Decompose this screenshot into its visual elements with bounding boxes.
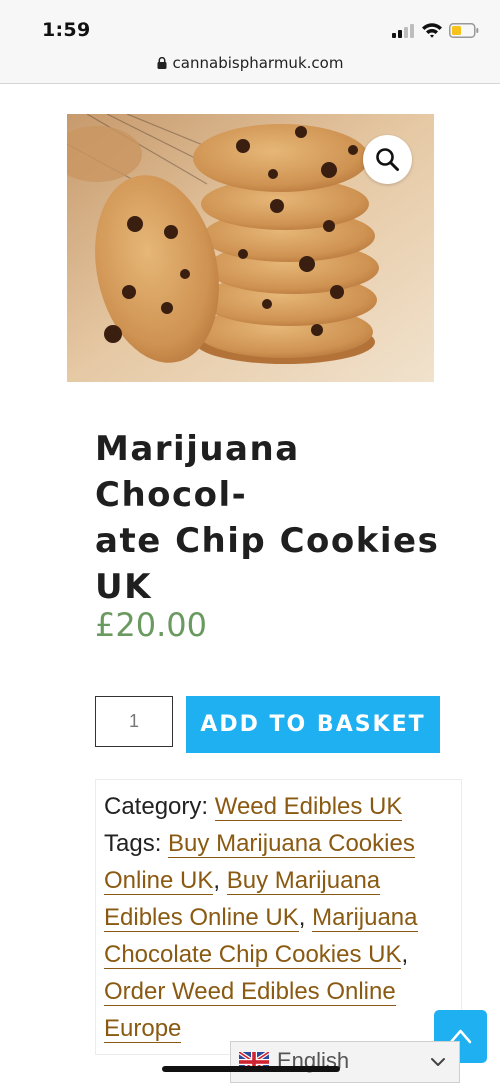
home-indicator xyxy=(162,1066,340,1072)
url-text: cannabispharmuk.com xyxy=(172,54,344,72)
category-label: Category: xyxy=(104,793,209,820)
cellular-signal-icon xyxy=(392,24,414,38)
url-display[interactable]: cannabispharmuk.com xyxy=(0,54,500,72)
zoom-button[interactable] xyxy=(363,135,412,184)
battery-low-icon xyxy=(449,23,479,38)
category-link[interactable]: Weed Edibles UK xyxy=(214,793,403,821)
lock-icon xyxy=(157,57,167,69)
product-price: £20.00 xyxy=(95,606,207,644)
language-selector[interactable]: English xyxy=(230,1041,460,1083)
product-title-line: UK xyxy=(95,567,152,607)
quantity-input[interactable] xyxy=(95,696,173,747)
magnifier-icon xyxy=(376,148,399,171)
add-to-basket-button[interactable]: ADD TO BASKET xyxy=(186,696,440,753)
address-bar[interactable]: cannabispharmuk.com xyxy=(0,52,500,84)
product-meta: Category: Weed Edibles UK Tags: Buy Mari… xyxy=(95,779,462,1055)
product-meta-text: Category: Weed Edibles UK Tags: Buy Mari… xyxy=(104,793,418,1043)
wifi-icon xyxy=(422,23,442,38)
product-title: Marijuana Chocol- ate Chip Cookies UK xyxy=(95,426,465,610)
product-title-line: Marijuana Chocol- xyxy=(95,429,300,515)
chevron-down-icon xyxy=(431,1058,445,1066)
tags-label: Tags: xyxy=(104,830,162,857)
status-bar: 1:59 xyxy=(0,0,500,52)
clock: 1:59 xyxy=(42,19,91,41)
tag-link[interactable]: Order Weed Edibles Online Europe xyxy=(104,978,396,1043)
product-title-line: ate Chip Cookies xyxy=(95,521,440,561)
